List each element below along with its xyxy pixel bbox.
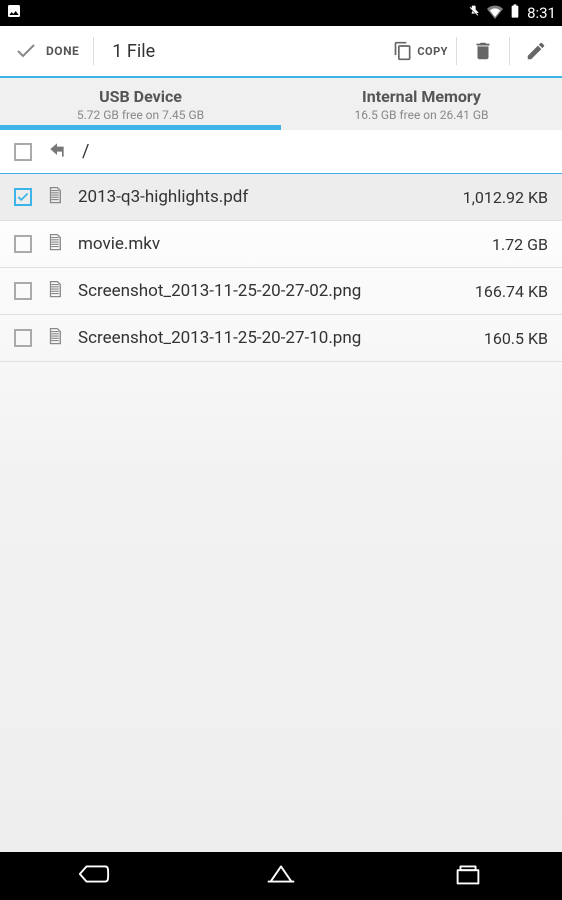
recent-icon [451,861,485,887]
file-checkbox[interactable] [14,188,32,206]
tab-usb-device[interactable]: USB Device 5.72 GB free on 7.45 GB [0,78,281,130]
wifi-icon [487,3,503,23]
pencil-icon [525,40,547,62]
file-name: 2013-q3-highlights.pdf [78,187,463,207]
file-checkbox[interactable] [14,282,32,300]
file-icon [46,184,64,210]
home-button[interactable] [264,861,298,891]
select-all-checkbox[interactable] [14,143,32,161]
file-row[interactable]: 2013-q3-highlights.pdf1,012.92 KB [0,174,562,221]
tab-title: USB Device [99,87,182,106]
recent-button[interactable] [451,861,485,891]
current-path: / [82,141,89,162]
selection-count: 1 File [94,41,385,62]
home-icon [264,861,298,887]
tab-internal-memory[interactable]: Internal Memory 16.5 GB free on 26.41 GB [281,78,562,130]
file-name: Screenshot_2013-11-25-20-27-10.png [78,328,484,348]
edit-button[interactable] [510,26,562,76]
file-checkbox[interactable] [14,235,32,253]
action-bar: DONE 1 File COPY [0,26,562,78]
file-icon [46,325,64,351]
file-name: movie.mkv [78,234,492,254]
path-row: / [0,130,562,174]
up-button[interactable] [46,140,68,164]
tab-title: Internal Memory [362,87,481,106]
copy-label: COPY [417,45,448,58]
delete-button[interactable] [457,26,509,76]
file-row[interactable]: Screenshot_2013-11-25-20-27-02.png166.74… [0,268,562,315]
back-arrow-icon [46,140,68,160]
file-size: 166.74 KB [475,282,548,301]
file-name: Screenshot_2013-11-25-20-27-02.png [78,281,475,301]
done-label: DONE [46,44,79,58]
back-icon [77,861,111,887]
file-icon [46,278,64,304]
nav-bar [0,852,562,900]
file-size: 1.72 GB [492,235,548,254]
back-button[interactable] [77,861,111,891]
file-size: 160.5 KB [484,329,548,348]
tab-subtitle: 16.5 GB free on 26.41 GB [354,108,488,122]
battery-icon [507,3,523,23]
file-row[interactable]: movie.mkv1.72 GB [0,221,562,268]
file-list: 2013-q3-highlights.pdf1,012.92 KBmovie.m… [0,174,562,852]
trash-icon [472,40,494,62]
copy-button[interactable]: COPY [385,41,456,61]
file-icon [46,231,64,257]
tab-subtitle: 5.72 GB free on 7.45 GB [77,108,204,122]
status-bar: 8:31 [0,0,562,26]
file-row[interactable]: Screenshot_2013-11-25-20-27-10.png160.5 … [0,315,562,362]
image-icon [6,3,22,23]
done-button[interactable]: DONE [0,26,93,76]
file-checkbox[interactable] [14,329,32,347]
vibrate-icon [467,3,483,23]
storage-tabs: USB Device 5.72 GB free on 7.45 GBIntern… [0,78,562,130]
status-time: 8:31 [527,4,556,22]
file-size: 1,012.92 KB [463,188,548,207]
